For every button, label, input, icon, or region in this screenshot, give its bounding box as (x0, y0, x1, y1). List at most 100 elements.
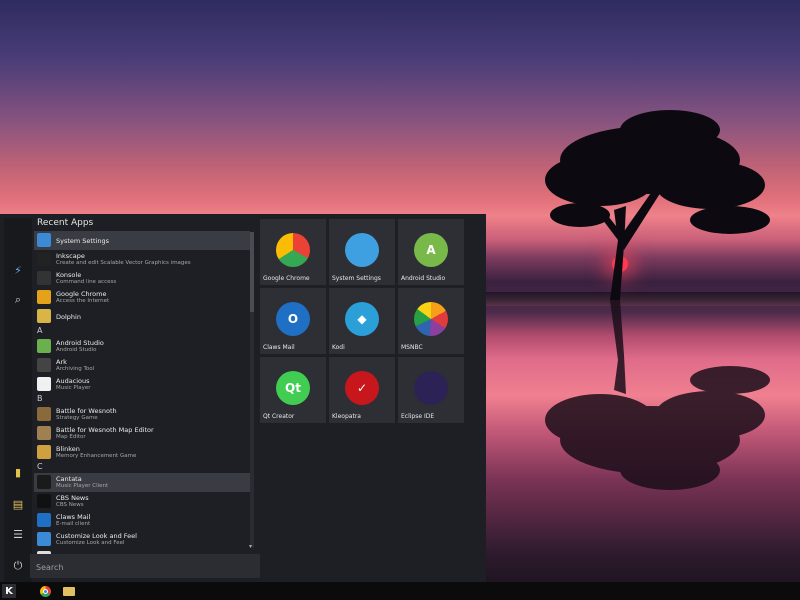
app-list: System Settings Inkscape Create and edit S… (34, 231, 250, 554)
app-list-item[interactable]: Customize Look and Feel Customize Look an… (34, 530, 250, 549)
app-name: System Settings (56, 237, 109, 245)
app-list-item[interactable]: Battle for Wesnoth Map Editor Map Editor (34, 424, 250, 443)
app-name: Inkscape (56, 252, 85, 260)
android-studio-icon: A (414, 233, 448, 267)
section-letter: A (34, 326, 250, 337)
app-name: Battle for Wesnoth (56, 407, 117, 415)
power-icon[interactable]: ⏻ (10, 558, 26, 574)
app-name: Google Chrome (56, 290, 107, 298)
app-description: Strategy Game (56, 415, 98, 421)
android-studio-icon (37, 339, 51, 353)
app-list-item[interactable]: Ark Archiving Tool (34, 356, 250, 375)
app-description: Create and edit Scalable Vector Graphics… (56, 260, 191, 266)
look-and-feel-icon (37, 532, 51, 546)
folder-icon[interactable] (62, 584, 76, 598)
app-list-item[interactable]: Android Studio Android Studio (34, 337, 250, 356)
app-list-item[interactable]: Dolphin (34, 307, 250, 326)
app-description: Map Editor (56, 434, 86, 440)
favorite-tile[interactable]: MSNBC (398, 288, 464, 354)
favorite-tile[interactable]: Google Chrome (260, 219, 326, 285)
app-name: Battle for Wesnoth Map Editor (56, 426, 154, 434)
apps-header: Recent Apps (37, 218, 94, 228)
eclipse-icon (414, 371, 448, 405)
inkscape-icon (37, 252, 51, 266)
taskbar: K (0, 582, 800, 600)
favorite-tile[interactable]: A Android Studio (398, 219, 464, 285)
app-description: Command line access (56, 279, 117, 285)
search-box (30, 554, 260, 578)
app-list-item[interactable]: Claws Mail E-mail client (34, 511, 250, 530)
menu-sidebar: ⚡ ⌕ ▮ ▤ ☰ ⏻ (4, 218, 32, 582)
favorite-tile[interactable]: ◆ Kodi (329, 288, 395, 354)
chrome-icon[interactable] (38, 584, 52, 598)
section-letter-label: C (37, 462, 43, 471)
app-name: Blinken (56, 445, 80, 453)
app-description: Memory Enhancement Game (56, 453, 137, 459)
tile-label: Kodi (332, 344, 345, 351)
app-description: Customize Look and Feel (56, 540, 125, 546)
chrome-icon (276, 233, 310, 267)
terminal-icon (37, 271, 51, 285)
app-name: Cantata (56, 475, 82, 483)
favorite-tile[interactable]: O Claws Mail (260, 288, 326, 354)
app-description: CBS News (56, 502, 84, 508)
app-name: Customize Look and Feel (56, 532, 137, 540)
cbs-icon (37, 494, 51, 508)
app-list-item[interactable]: CBS News CBS News (34, 492, 250, 511)
app-name: Konsole (56, 271, 82, 279)
app-list-item[interactable]: Battle for Wesnoth Strategy Game (34, 405, 250, 424)
mail-icon (37, 513, 51, 527)
tile-label: Google Chrome (263, 275, 310, 282)
qt-creator-icon: Qt (276, 371, 310, 405)
app-list-item[interactable]: Google Chrome Access the Internet (34, 288, 250, 307)
app-list-item[interactable]: System Settings (34, 231, 250, 250)
apps-panel: Recent Apps System Settings Inkscape Creat… (34, 214, 258, 554)
favorite-tile[interactable]: System Settings (329, 219, 395, 285)
tile-label: MSNBC (401, 344, 423, 351)
app-list-item[interactable]: Blinken Memory Enhancement Game (34, 443, 250, 462)
app-list-item[interactable]: Inkscape Create and edit Scalable Vector … (34, 250, 250, 269)
app-list-item[interactable]: Audacious Music Player (34, 375, 250, 394)
app-name: CBS News (56, 494, 89, 502)
tile-label: Eclipse IDE (401, 413, 435, 420)
kleopatra-icon: ✓ (345, 371, 379, 405)
favorite-tile[interactable]: Qt Qt Creator (260, 357, 326, 423)
scrollbar-thumb[interactable] (250, 232, 254, 312)
tile-label: Android Studio (401, 275, 446, 282)
app-list-item[interactable]: Konsole Command line access (34, 269, 250, 288)
wesnoth-editor-icon (37, 426, 51, 440)
app-description: Archiving Tool (56, 366, 95, 372)
app-name: Claws Mail (56, 513, 91, 521)
folder-icon (37, 309, 51, 323)
favorite-tile[interactable]: ✓ Kleopatra (329, 357, 395, 423)
audacious-icon (37, 377, 51, 391)
section-letter-label: B (37, 394, 43, 403)
user-icon[interactable]: ▮ (10, 464, 26, 480)
archive-icon (37, 358, 51, 372)
settings-sliders-icon[interactable]: ☰ (10, 526, 26, 542)
tile-label: System Settings (332, 275, 381, 282)
favorite-tile[interactable]: Eclipse IDE (398, 357, 464, 423)
section-letter: C (34, 462, 250, 473)
app-name: Dolphin (56, 313, 81, 321)
folder-icon[interactable]: ▤ (10, 496, 26, 512)
tile-label: Claws Mail (263, 344, 295, 351)
app-description: Music Player Client (56, 483, 109, 489)
search-icon[interactable]: ⌕ (10, 292, 26, 308)
app-description: Android Studio (56, 347, 97, 353)
app-description: Music Player (56, 385, 91, 391)
kodi-icon: ◆ (345, 302, 379, 336)
cantata-icon (37, 475, 51, 489)
section-letter-label: A (37, 326, 43, 335)
tree-silhouette (545, 110, 770, 490)
search-input[interactable] (34, 558, 258, 576)
app-description: Access the Internet (56, 298, 110, 304)
kde-launcher-button[interactable]: K (2, 584, 16, 598)
kde-icon[interactable]: ⚡ (10, 262, 26, 278)
app-list-scrollbar[interactable] (250, 232, 254, 548)
blinken-icon (37, 445, 51, 459)
scroll-down-icon[interactable]: ▾ (249, 543, 252, 550)
app-name: Android Studio (56, 339, 104, 347)
app-list-item[interactable]: Cantata Music Player Client (34, 473, 250, 492)
app-name: Audacious (56, 377, 90, 385)
